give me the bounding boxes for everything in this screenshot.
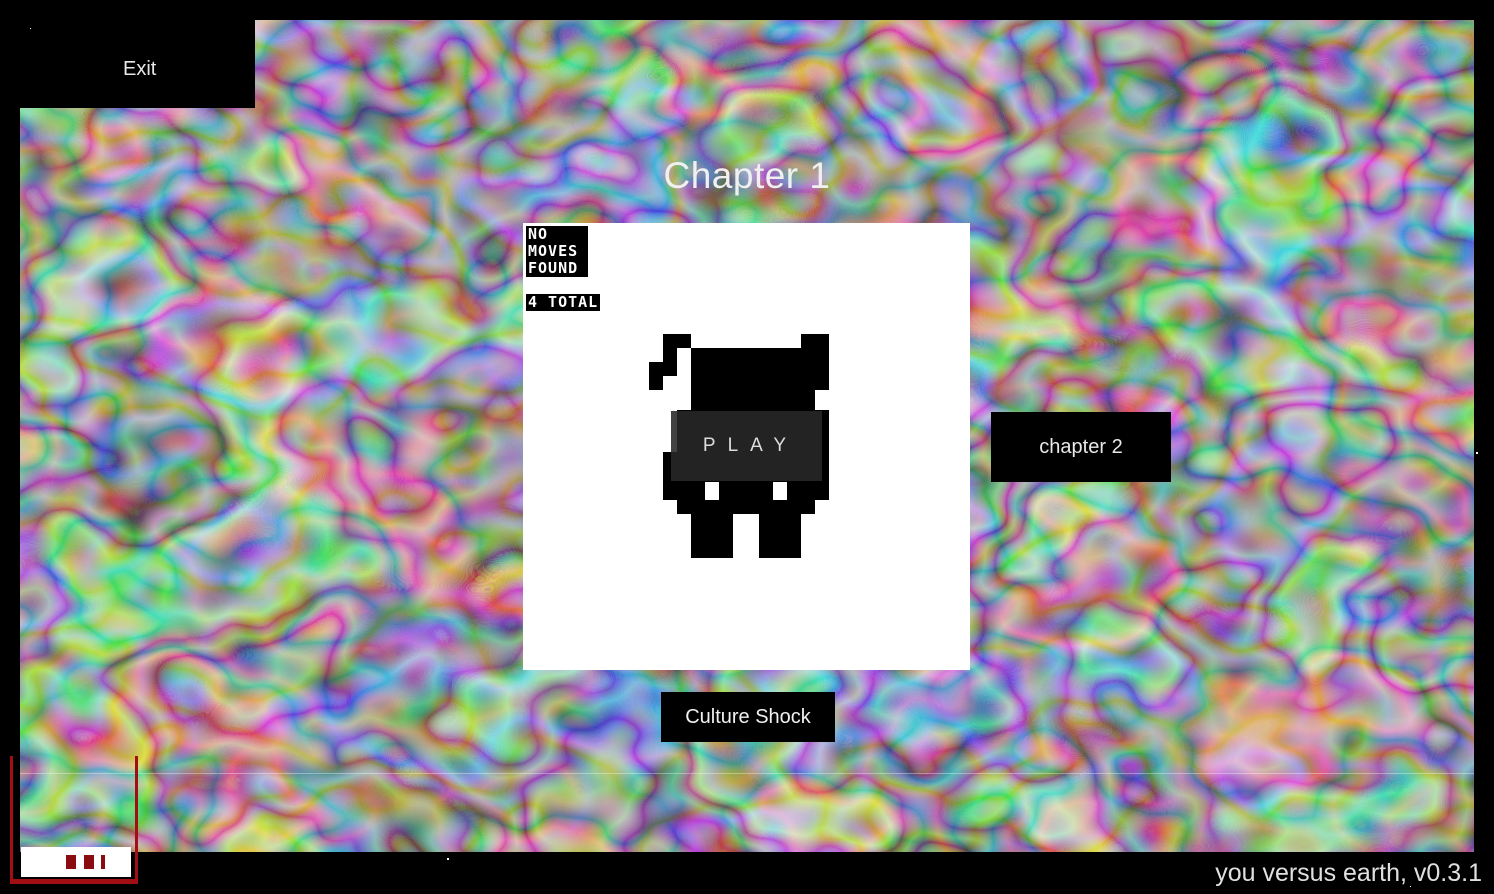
corner-bar [66, 855, 76, 869]
game-screen: Exit Chapter 1 no moves found 4 total [0, 0, 1494, 894]
corner-bar [101, 855, 105, 869]
stamp-line: moves [528, 242, 579, 260]
corner-widget-panel [21, 847, 131, 877]
stamp-line: no [528, 225, 549, 243]
chapter-title: Chapter 1 [663, 155, 831, 196]
no-moves-stamp: no moves found [526, 226, 588, 277]
corner-widget [10, 756, 138, 884]
exit-button[interactable]: Exit [100, 42, 180, 86]
corner-bar [84, 855, 94, 869]
total-moves-stamp: 4 total [526, 293, 601, 311]
star-speck [1476, 452, 1478, 454]
star-speck [30, 28, 31, 29]
stamp-line: found [528, 259, 579, 277]
level-card[interactable]: no moves found 4 total [523, 223, 970, 670]
version-label: you versus earth, v0.3.1 [1215, 859, 1482, 887]
divider-line [20, 773, 1474, 774]
play-button[interactable]: PLAY [671, 411, 822, 481]
star-speck [447, 858, 449, 860]
next-chapter-button[interactable]: chapter 2 [991, 412, 1171, 482]
level-name-label[interactable]: Culture Shock [661, 692, 835, 742]
